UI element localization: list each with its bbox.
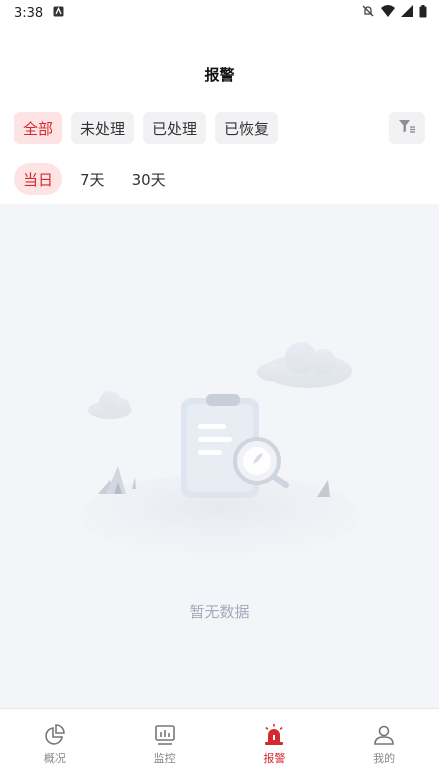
status-bar: 3:38 [0, 0, 439, 26]
user-icon [372, 723, 396, 747]
empty-state-illustration [70, 334, 370, 568]
filter-icon [398, 118, 416, 138]
alarm-list-area[interactable]: 暂无数据 [0, 204, 439, 709]
bottom-nav: 概况 监控 报警 我的 [0, 708, 439, 780]
nav-item-monitor[interactable]: 监控 [125, 723, 205, 766]
status-filter-row: 全部 未处理 已处理 已恢复 [14, 112, 425, 144]
status-time: 3:38 [14, 5, 44, 21]
nav-label-mine: 我的 [373, 752, 396, 765]
nav-item-overview[interactable]: 概况 [15, 723, 95, 766]
chip-unprocessed[interactable]: 未处理 [71, 112, 135, 144]
monitor-icon [153, 723, 177, 747]
chip-processed[interactable]: 已处理 [143, 112, 207, 144]
page-title: 报警 [204, 66, 235, 84]
time-filter-row: 当日 7天 30天 [14, 163, 175, 195]
nav-item-alarm[interactable]: 报警 [234, 723, 314, 766]
chip-recovered[interactable]: 已恢复 [215, 112, 279, 144]
nav-label-overview: 概况 [43, 752, 66, 765]
nav-item-mine[interactable]: 我的 [344, 723, 424, 766]
mute-icon [361, 4, 375, 22]
time-chip-7-days[interactable]: 7天 [71, 163, 114, 195]
nav-label-monitor: 监控 [153, 752, 176, 765]
empty-state-text: 暂无数据 [189, 603, 250, 621]
battery-icon [419, 4, 427, 22]
time-chip-30-days[interactable]: 30天 [123, 163, 175, 195]
pie-chart-icon [43, 723, 67, 747]
time-chip-today[interactable]: 当日 [14, 163, 63, 195]
wifi-icon [381, 5, 395, 21]
filter-button[interactable] [389, 112, 425, 144]
nav-label-alarm: 报警 [263, 752, 286, 765]
chip-all[interactable]: 全部 [14, 112, 63, 144]
alarm-icon [262, 723, 286, 747]
notification-icon [53, 6, 64, 21]
signal-icon [401, 5, 413, 21]
